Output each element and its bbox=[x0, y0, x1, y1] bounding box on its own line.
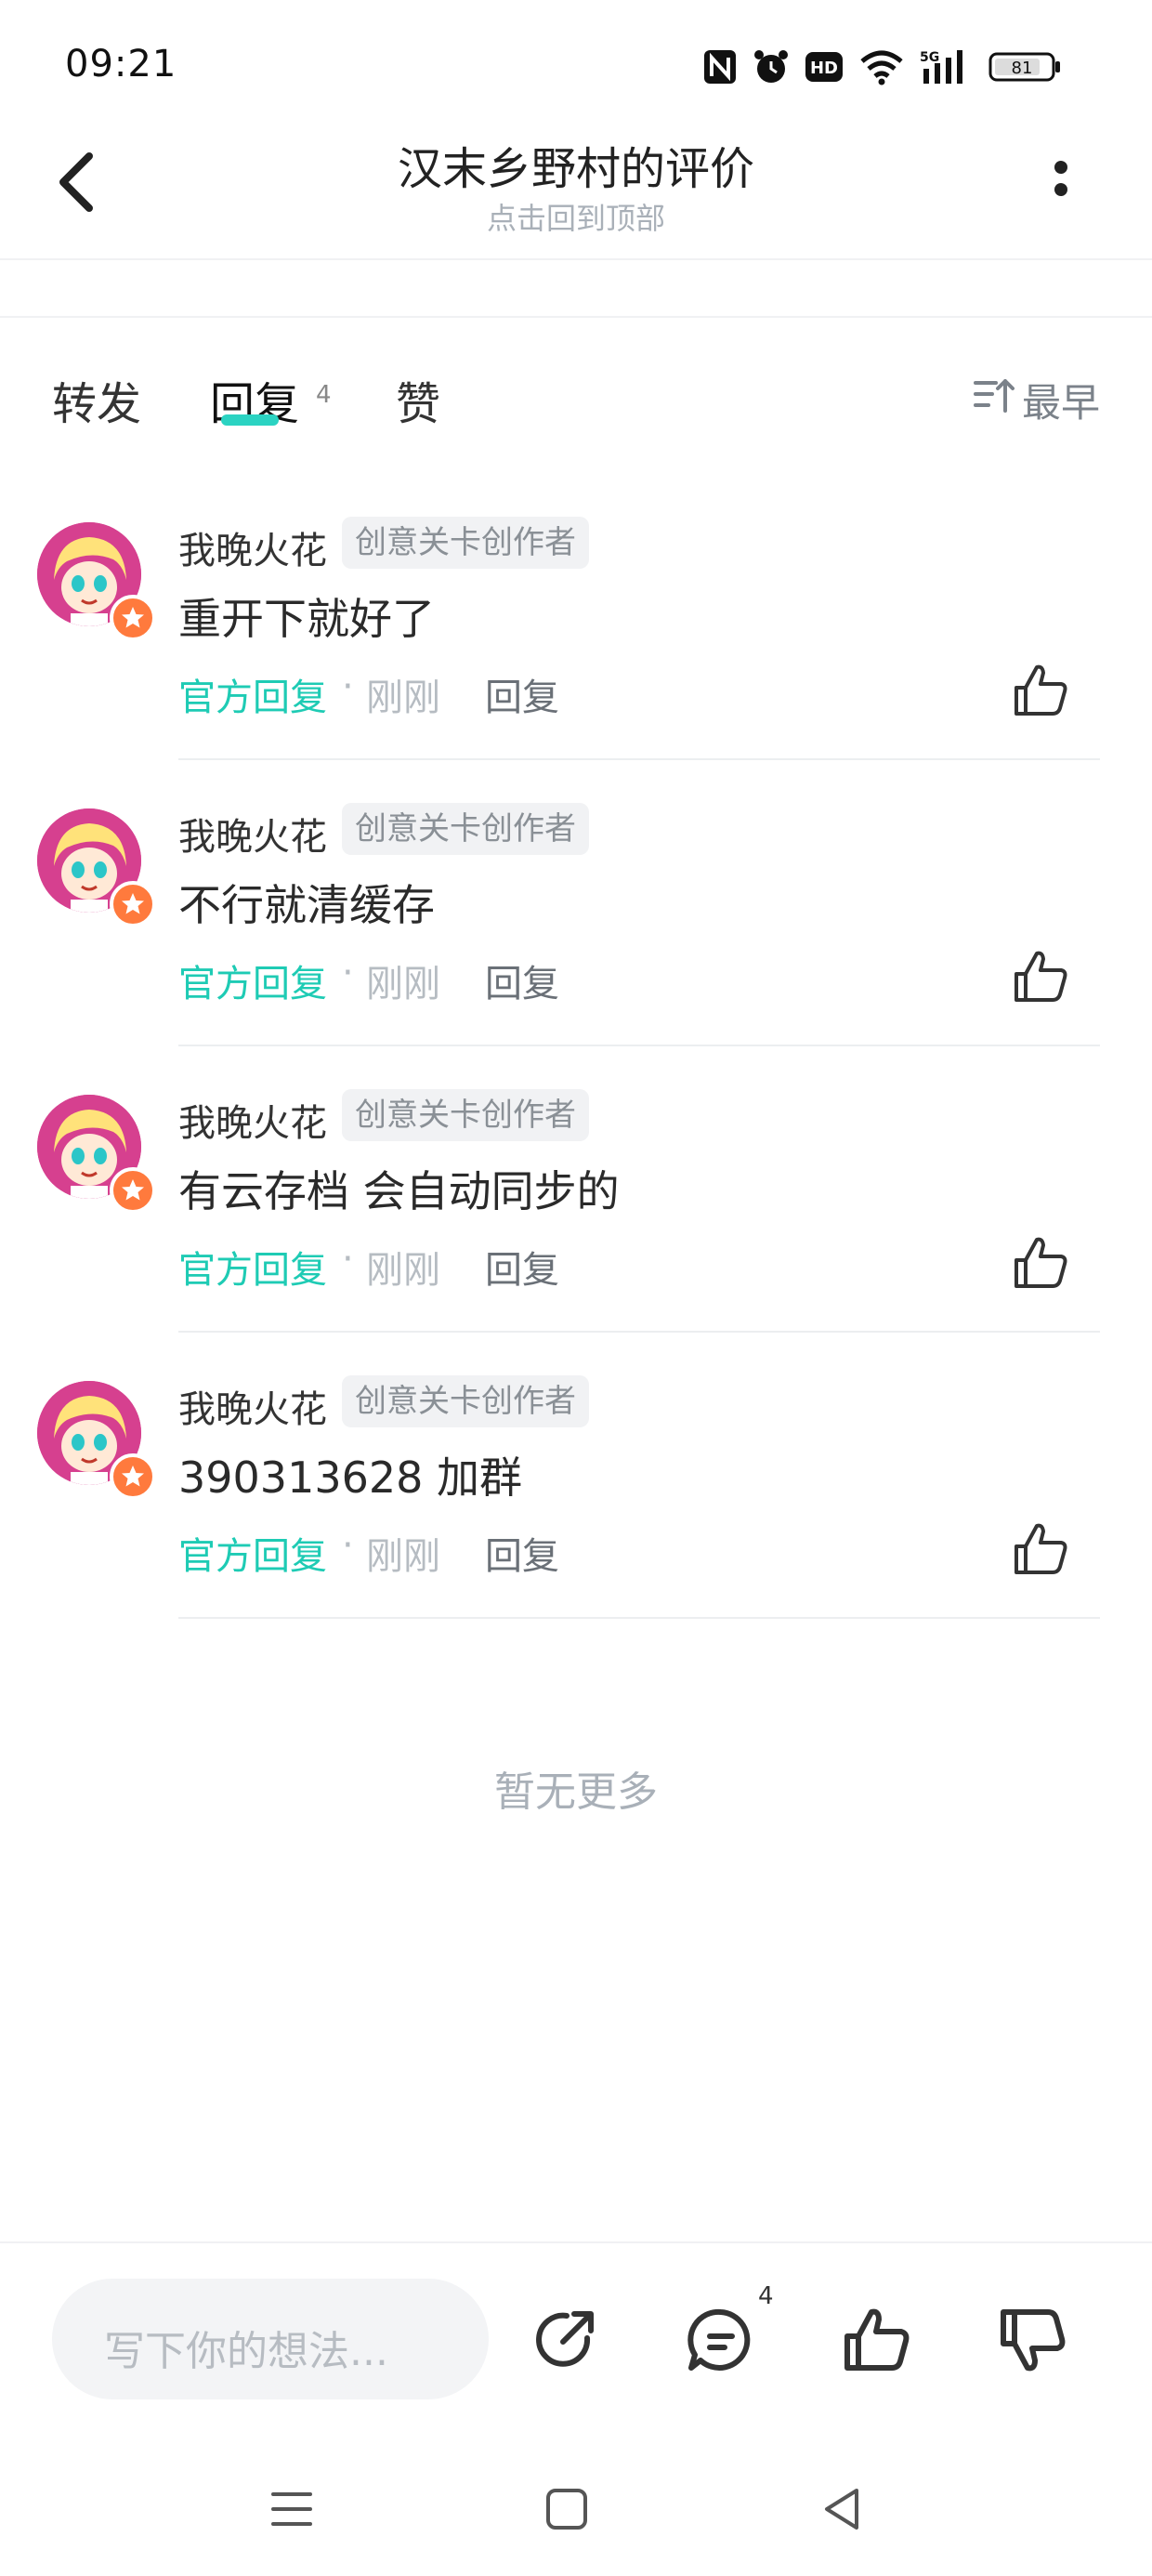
thumbs-down-icon[interactable] bbox=[996, 2303, 1070, 2377]
author-tag: 创意关卡创作者 bbox=[342, 1089, 589, 1141]
thumbs-up-icon[interactable] bbox=[1011, 946, 1072, 1007]
tab-forward[interactable]: 转发 bbox=[52, 367, 141, 432]
battery-icon: 81 bbox=[988, 52, 1060, 82]
sort-icon bbox=[974, 379, 1015, 413]
header-divider bbox=[0, 258, 1152, 260]
comment-item: 我晚火花 创意关卡创作者 重开下就好了 官方回复 · 刚刚 回复 bbox=[0, 517, 1152, 808]
section-divider bbox=[0, 316, 1152, 318]
more-vertical-icon[interactable] bbox=[1035, 154, 1087, 206]
wifi-icon bbox=[860, 50, 903, 85]
comment-content[interactable]: 不行就清缓存 bbox=[178, 872, 435, 933]
reply-button[interactable]: 回复 bbox=[485, 1240, 559, 1294]
battery-level: 81 bbox=[1012, 59, 1033, 78]
5g-signal-icon: 5G bbox=[920, 50, 962, 84]
reply-button[interactable]: 回复 bbox=[485, 667, 559, 721]
official-reply-label: 官方回复 bbox=[178, 1249, 327, 1292]
comment-item: 我晚火花 创意关卡创作者 不行就清缓存 官方回复 · 刚刚 回复 bbox=[0, 803, 1152, 1095]
comment-divider bbox=[178, 1045, 1100, 1046]
sort-label[interactable]: 最早 bbox=[1022, 372, 1100, 428]
tab-like[interactable]: 赞 bbox=[396, 367, 440, 432]
bottom-bar-divider bbox=[0, 2241, 1152, 2243]
comment-input[interactable]: 写下你的想法... bbox=[52, 2279, 489, 2399]
comment-item: 我晚火花 创意关卡创作者 有云存档 会自动同步的 官方回复 · 刚刚 回复 bbox=[0, 1089, 1152, 1381]
comment-count-badge: 4 bbox=[758, 2282, 774, 2310]
comment-content[interactable]: 390313628 加群 bbox=[178, 1444, 522, 1505]
comment-author[interactable]: 我晚火花 bbox=[178, 807, 327, 861]
separator-dot: · bbox=[342, 1238, 354, 1281]
reply-button[interactable]: 回复 bbox=[485, 1526, 559, 1580]
home-square-icon[interactable] bbox=[539, 2481, 595, 2537]
comment-time: 刚刚 bbox=[366, 1535, 440, 1578]
author-tag: 创意关卡创作者 bbox=[342, 803, 589, 855]
share-icon[interactable] bbox=[530, 2303, 604, 2377]
creator-badge-icon bbox=[110, 1167, 156, 1214]
creator-badge-icon bbox=[110, 595, 156, 641]
comment-divider bbox=[178, 758, 1100, 760]
comment-input-placeholder: 写下你的想法... bbox=[104, 2328, 388, 2375]
reply-button[interactable]: 回复 bbox=[485, 953, 559, 1007]
comment-icon[interactable] bbox=[684, 2303, 758, 2377]
alarm-icon bbox=[754, 50, 788, 83]
comment-time: 刚刚 bbox=[366, 963, 440, 1005]
page-title[interactable]: 汉末乡野村的评价 bbox=[0, 132, 1152, 197]
thumbs-up-icon[interactable] bbox=[840, 2303, 914, 2377]
author-tag: 创意关卡创作者 bbox=[342, 1375, 589, 1427]
svg-text:5G: 5G bbox=[920, 50, 939, 65]
hd-icon: HD bbox=[805, 52, 843, 82]
thumbs-up-icon[interactable] bbox=[1011, 660, 1072, 721]
status-time: 09:21 bbox=[65, 43, 177, 85]
thumbs-up-icon[interactable] bbox=[1011, 1518, 1072, 1580]
nfc-icon bbox=[704, 50, 736, 84]
comment-author[interactable]: 我晚火花 bbox=[178, 1093, 327, 1147]
comment-author[interactable]: 我晚火花 bbox=[178, 1379, 327, 1433]
separator-dot: · bbox=[342, 952, 354, 994]
author-tag: 创意关卡创作者 bbox=[342, 517, 589, 569]
comment-divider bbox=[178, 1617, 1100, 1619]
official-reply-label: 官方回复 bbox=[178, 677, 327, 719]
comment-item: 我晚火花 创意关卡创作者 390313628 加群 官方回复 · 刚刚 回复 bbox=[0, 1375, 1152, 1667]
comment-content[interactable]: 有云存档 会自动同步的 bbox=[178, 1158, 620, 1219]
comment-time: 刚刚 bbox=[366, 1249, 440, 1292]
creator-badge-icon bbox=[110, 881, 156, 927]
menu-icon[interactable] bbox=[264, 2481, 320, 2537]
tab-active-indicator bbox=[221, 414, 279, 426]
comment-divider bbox=[178, 1331, 1100, 1333]
back-to-top-hint[interactable]: 点击回到顶部 bbox=[0, 195, 1152, 238]
svg-text:HD: HD bbox=[810, 59, 838, 78]
thumbs-up-icon[interactable] bbox=[1011, 1232, 1072, 1294]
official-reply-label: 官方回复 bbox=[178, 963, 327, 1005]
no-more-text: 暂无更多 bbox=[494, 1768, 658, 1816]
comment-author[interactable]: 我晚火花 bbox=[178, 520, 327, 574]
tab-reply-count: 4 bbox=[316, 381, 332, 409]
official-reply-label: 官方回复 bbox=[178, 1535, 327, 1578]
comment-time: 刚刚 bbox=[366, 677, 440, 719]
separator-dot: · bbox=[342, 1524, 354, 1567]
comment-content[interactable]: 重开下就好了 bbox=[178, 585, 435, 647]
creator-badge-icon bbox=[110, 1453, 156, 1500]
back-triangle-icon[interactable] bbox=[814, 2481, 870, 2537]
separator-dot: · bbox=[342, 665, 354, 708]
